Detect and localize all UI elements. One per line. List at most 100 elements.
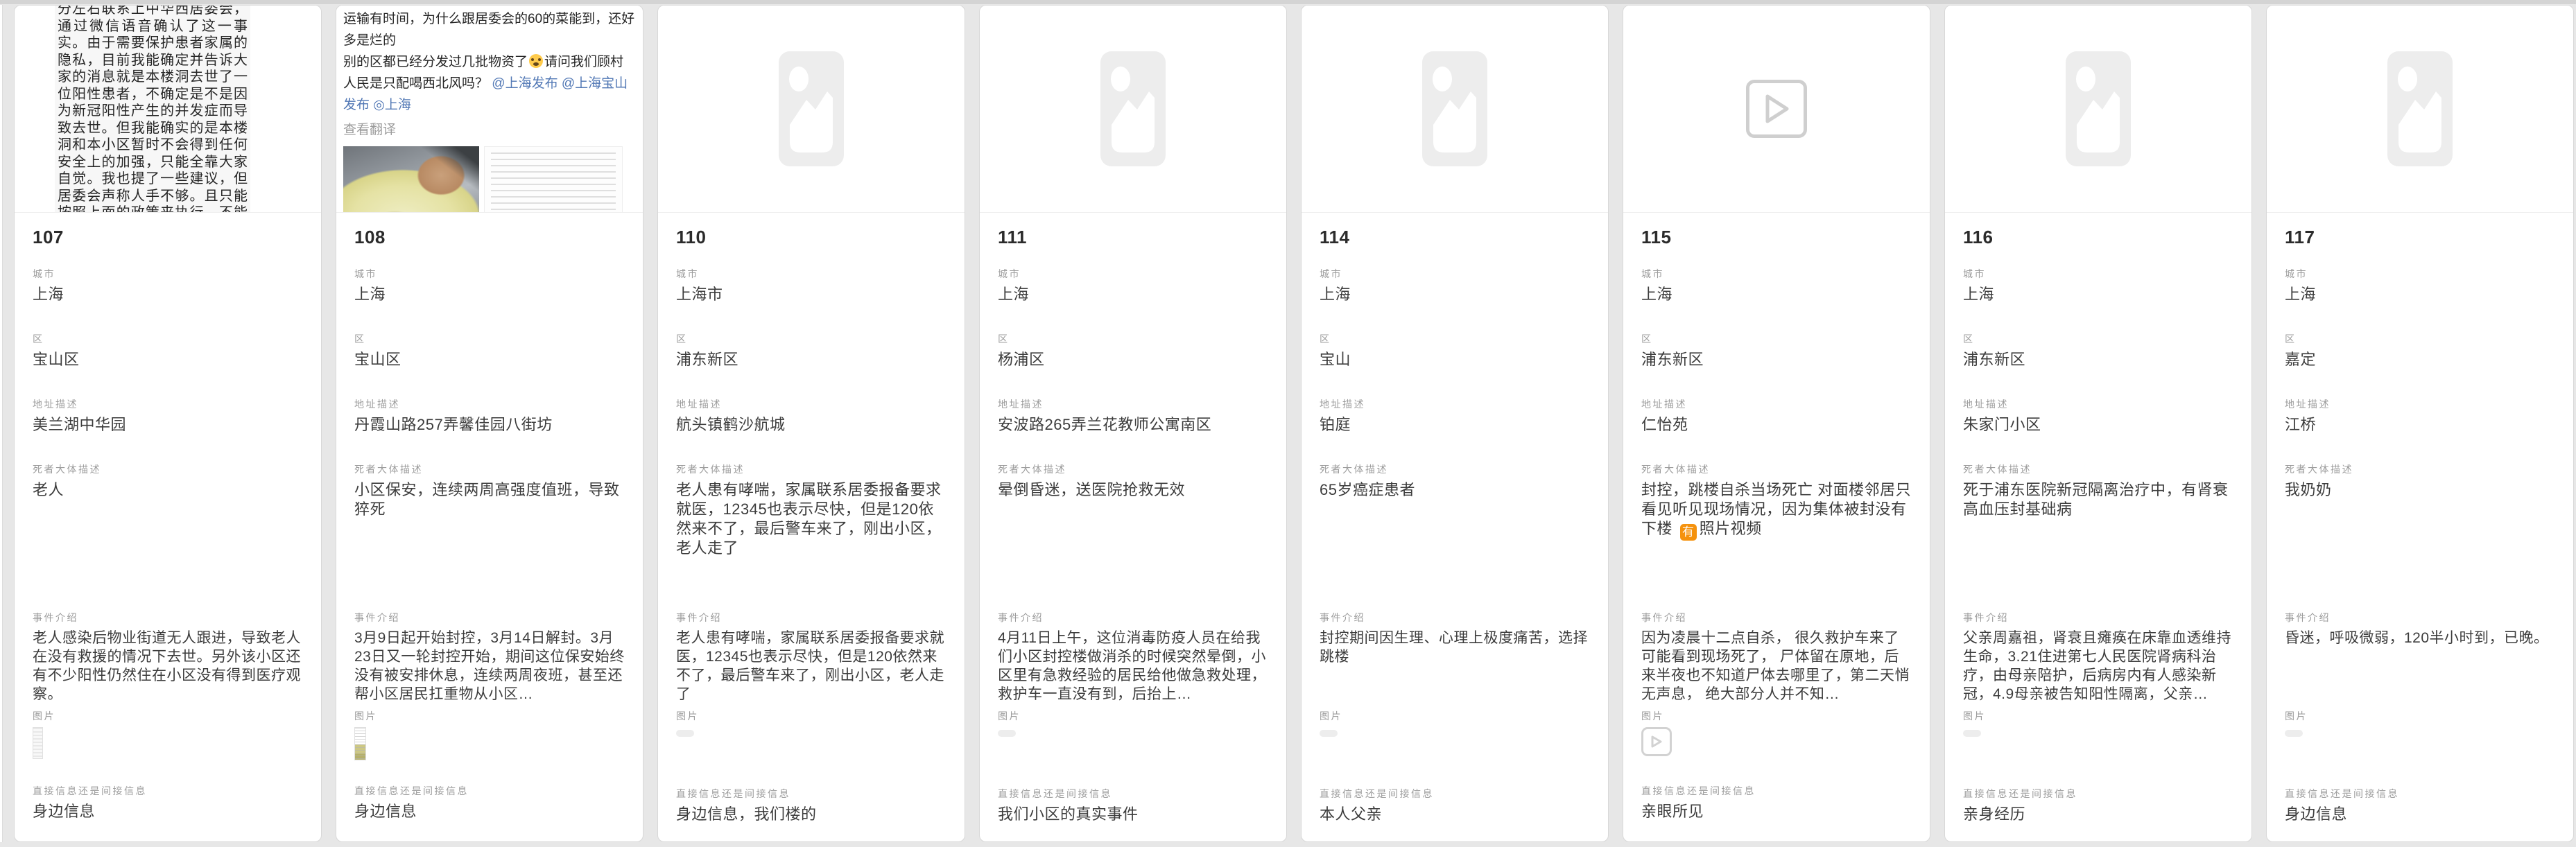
record-number: 117 bbox=[2285, 227, 2555, 249]
record-number: 108 bbox=[354, 227, 625, 249]
field-label-victim: 死者大体描述 bbox=[1641, 462, 1912, 476]
field-victim: 死者大体描述我奶奶 bbox=[2285, 462, 2555, 584]
record-card[interactable]: 运输有时间，为什么跟居委会的60的菜能到，还好多是烂的别的区都已经分发过几批物资… bbox=[336, 5, 643, 842]
field-value-event: 父亲周嘉祖，肾衰且瘫痪在床靠血透维持生命，3.21住进第七人民医院肾病科治疗，由… bbox=[1963, 629, 2233, 704]
field-label-victim: 死者大体描述 bbox=[354, 462, 625, 476]
attachment-pill[interactable] bbox=[676, 730, 694, 737]
field-direct: 直接信息还是间接信息身边信息，我们楼的 bbox=[676, 787, 946, 824]
field-event: 事件介绍老人感染后物业街道无人跟进，导致老人在没有救援的情况下去世。另外该小区还… bbox=[33, 611, 303, 704]
weibo-post[interactable]: 运输有时间，为什么跟居委会的60的菜能到，还好多是烂的别的区都已经分发过几批物资… bbox=[336, 6, 643, 212]
record-card[interactable]: 116 城市上海区浦东新区地址描述朱家门小区死者大体描述死于浦东医院新冠隔离治疗… bbox=[1944, 5, 2252, 842]
record-card[interactable]: 114 城市上海区宝山地址描述铂庭死者大体描述65岁癌症患者事件介绍封控期间因生… bbox=[1301, 5, 1609, 842]
mention-link[interactable]: ◎上海 bbox=[373, 98, 411, 112]
card-cover[interactable]: 分左右联系上中华西居委会，通过微信语音确认了这一事实。由于需要保护患者家属的隐私… bbox=[15, 6, 321, 213]
card-body: 117 城市上海区嘉定地址描述江桥死者大体描述我奶奶事件介绍昏迷，呼吸微弱，12… bbox=[2267, 227, 2573, 824]
record-card[interactable]: 117 城市上海区嘉定地址描述江桥死者大体描述我奶奶事件介绍昏迷，呼吸微弱，12… bbox=[2266, 5, 2574, 842]
field-district: 区浦东新区 bbox=[1963, 332, 2233, 369]
record-number: 110 bbox=[676, 227, 946, 249]
field-value-victim: 我奶奶 bbox=[2285, 480, 2555, 584]
field-value-victim: 老人患有哮喘，家属联系居委报备要求就医，12345也表示尽快，但是120依然来不… bbox=[676, 480, 946, 584]
field-image: 图片 bbox=[33, 709, 303, 759]
field-value-address: 丹霞山路257弄馨佳园八街坊 bbox=[354, 415, 625, 435]
field-value-direct: 身边信息 bbox=[2285, 805, 2555, 824]
field-address: 地址描述美兰湖中华园 bbox=[33, 397, 303, 435]
attachment-pill[interactable] bbox=[998, 730, 1016, 737]
field-label-address: 地址描述 bbox=[676, 397, 946, 411]
field-value-address: 安波路265弄兰花教师公寓南区 bbox=[998, 415, 1268, 435]
record-card[interactable]: 115 城市上海区浦东新区地址描述仁怡苑死者大体描述封控，跳楼自杀当场死亡 对面… bbox=[1623, 5, 1930, 842]
card-body: 114 城市上海区宝山地址描述铂庭死者大体描述65岁癌症患者事件介绍封控期间因生… bbox=[1302, 227, 1608, 824]
attachment-pill[interactable] bbox=[2285, 730, 2303, 737]
field-value-district: 杨浦区 bbox=[998, 350, 1268, 369]
mention-link[interactable]: @上海发布 bbox=[492, 76, 557, 91]
field-label-direct: 直接信息还是间接信息 bbox=[998, 787, 1268, 801]
attachment-pill[interactable] bbox=[1320, 730, 1338, 737]
field-label-city: 城市 bbox=[33, 267, 303, 281]
attachment-thumbnail[interactable] bbox=[33, 727, 43, 759]
field-district: 区杨浦区 bbox=[998, 332, 1268, 369]
field-label-district: 区 bbox=[2285, 332, 2555, 346]
post-line-2: 别的区都已经分发过几批物资了 bbox=[343, 55, 528, 69]
card-cover[interactable] bbox=[980, 6, 1286, 213]
field-label-district: 区 bbox=[33, 332, 303, 346]
card-cover[interactable] bbox=[1302, 6, 1608, 213]
record-number: 107 bbox=[33, 227, 303, 249]
field-value-district: 宝山区 bbox=[33, 350, 303, 369]
field-label-event: 事件介绍 bbox=[354, 611, 625, 625]
post-text-screenshot[interactable]: 分左右联系上中华西居委会，通过微信语音确认了这一事实。由于需要保护患者家属的隐私… bbox=[55, 6, 250, 212]
field-address: 地址描述铂庭 bbox=[1320, 397, 1590, 435]
field-label-direct: 直接信息还是间接信息 bbox=[676, 787, 946, 801]
field-image: 图片 bbox=[354, 709, 625, 759]
field-label-direct: 直接信息还是间接信息 bbox=[33, 784, 303, 798]
field-label-image: 图片 bbox=[998, 709, 1268, 723]
field-value-direct: 身边信息，我们楼的 bbox=[676, 805, 946, 824]
field-label-event: 事件介绍 bbox=[1641, 611, 1912, 625]
field-label-victim: 死者大体描述 bbox=[1963, 462, 2233, 476]
field-value-direct: 亲眼所见 bbox=[1641, 802, 1912, 821]
attachment-cell bbox=[676, 730, 946, 762]
top-gutter bbox=[0, 0, 2576, 4]
field-value-address: 朱家门小区 bbox=[1963, 415, 2233, 435]
field-label-event: 事件介绍 bbox=[676, 611, 946, 625]
text-screenshot-photo[interactable] bbox=[484, 146, 623, 213]
field-label-image: 图片 bbox=[33, 709, 303, 723]
field-address: 地址描述航头镇鹤沙航城 bbox=[676, 397, 946, 435]
field-value-district: 嘉定 bbox=[2285, 350, 2555, 369]
field-event: 事件介绍4月11日上午，这位消毒防疫人员在给我们小区封控楼做消杀的时候突然晕倒，… bbox=[998, 611, 1268, 704]
field-label-city: 城市 bbox=[1641, 267, 1912, 281]
attachment-pill[interactable] bbox=[1963, 730, 1981, 737]
attachment-thumbnail[interactable] bbox=[354, 727, 366, 760]
field-victim: 死者大体描述封控，跳楼自杀当场死亡 对面楼邻居只看见听见现场情况，因为集体被封没… bbox=[1641, 462, 1912, 584]
record-card[interactable]: 分左右联系上中华西居委会，通过微信语音确认了这一事实。由于需要保护患者家属的隐私… bbox=[14, 5, 322, 842]
card-cover[interactable]: 运输有时间，为什么跟居委会的60的菜能到，还好多是烂的别的区都已经分发过几批物资… bbox=[336, 6, 643, 213]
field-image: 图片 bbox=[1963, 709, 2233, 762]
card-cover[interactable] bbox=[658, 6, 965, 213]
record-card[interactable]: 110 城市上海市区浦东新区地址描述航头镇鹤沙航城死者大体描述老人患有哮喘，家属… bbox=[657, 5, 965, 842]
field-value-address: 江桥 bbox=[2285, 415, 2555, 435]
attachment-video-thumb[interactable] bbox=[1641, 727, 1672, 756]
translate-link[interactable]: 查看翻译 bbox=[343, 119, 636, 138]
field-address: 地址描述仁怡苑 bbox=[1641, 397, 1912, 435]
screenshot-text: 分左右联系上中华西居委会，通过微信语音确认了这一事实。由于需要保护患者家属的隐私… bbox=[55, 6, 250, 212]
field-label-district: 区 bbox=[354, 332, 625, 346]
cabbage-photo[interactable] bbox=[343, 146, 479, 213]
field-value-victim: 封控，跳楼自杀当场死亡 对面楼邻居只看见听见现场情况，因为集体被封没有下楼 有照… bbox=[1641, 480, 1912, 584]
field-address: 地址描述江桥 bbox=[2285, 397, 2555, 435]
field-label-district: 区 bbox=[1320, 332, 1590, 346]
image-placeholder-icon bbox=[2387, 51, 2453, 166]
field-value-direct: 本人父亲 bbox=[1320, 805, 1590, 824]
field-label-district: 区 bbox=[1963, 332, 2233, 346]
card-cover[interactable] bbox=[1945, 6, 2251, 213]
card-body: 116 城市上海区浦东新区地址描述朱家门小区死者大体描述死于浦东医院新冠隔离治疗… bbox=[1945, 227, 2251, 824]
field-value-event: 封控期间因生理、心理上极度痛苦，选择跳楼 bbox=[1320, 629, 1590, 704]
card-cover[interactable] bbox=[1623, 6, 1930, 213]
field-value-direct: 身边信息 bbox=[33, 802, 303, 821]
image-placeholder-icon bbox=[2066, 51, 2131, 166]
field-value-event: 老人患有哮喘，家属联系居委报备要求就医，12345也表示尽快，但是120依然来不… bbox=[676, 629, 946, 704]
field-value-victim: 小区保安，连续两周高强度值班，导致猝死 bbox=[354, 480, 625, 584]
field-label-address: 地址描述 bbox=[1963, 397, 2233, 411]
field-value-victim: 晕倒昏迷，送医院抢救无效 bbox=[998, 480, 1268, 584]
card-cover[interactable] bbox=[2267, 6, 2573, 213]
field-city: 城市上海 bbox=[1641, 267, 1912, 304]
record-card[interactable]: 111 城市上海区杨浦区地址描述安波路265弄兰花教师公寓南区死者大体描述晕倒昏… bbox=[979, 5, 1287, 842]
